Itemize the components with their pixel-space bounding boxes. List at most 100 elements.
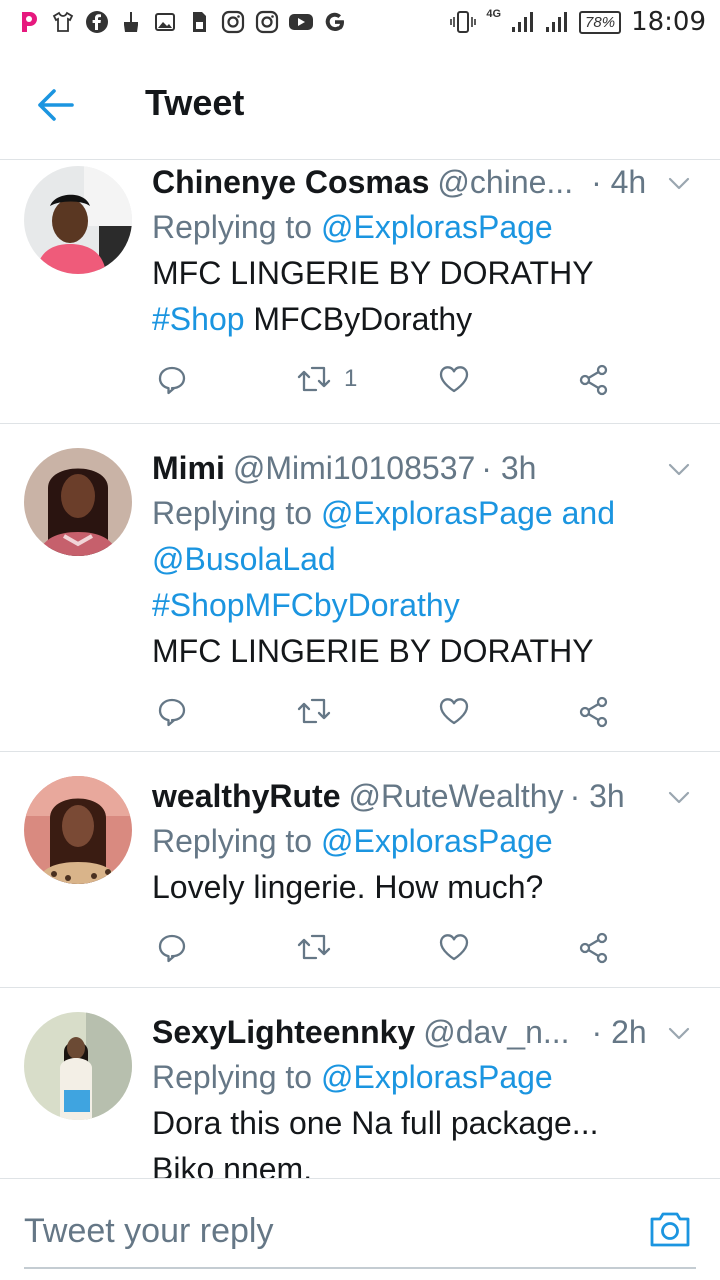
hashtag-link[interactable]: #ShopMFCbyDorathy bbox=[152, 587, 460, 623]
author-name[interactable]: SexyLighteennky bbox=[152, 1010, 415, 1054]
signal-icon bbox=[512, 12, 534, 32]
avatar[interactable] bbox=[24, 776, 132, 884]
tshirt-icon bbox=[50, 8, 76, 36]
reply-composer bbox=[0, 1178, 720, 1280]
retweet-button[interactable] bbox=[296, 932, 332, 962]
author-name[interactable]: wealthyRute bbox=[152, 774, 340, 818]
reply-feed[interactable]: Chinenye Cosmas @chine... · 4h Replying … bbox=[0, 160, 720, 1178]
system-status: 4G 78% 18:09 bbox=[450, 7, 706, 37]
reply-button[interactable] bbox=[156, 364, 188, 396]
tweet-item[interactable]: SexyLighteennky @dav_n... · 2h Replying … bbox=[0, 988, 720, 1178]
author-handle[interactable]: @RuteWealthy bbox=[348, 774, 563, 818]
vibrate-icon bbox=[450, 11, 477, 33]
battery-icon: 78% bbox=[579, 10, 622, 34]
like-button[interactable] bbox=[438, 364, 470, 394]
tweet-time[interactable]: · 3h bbox=[481, 446, 536, 490]
input-underline bbox=[24, 1267, 696, 1269]
author-name[interactable]: Chinenye Cosmas bbox=[152, 160, 429, 204]
retweet-button[interactable] bbox=[296, 696, 332, 726]
reply-icon bbox=[158, 934, 186, 963]
reply-icon bbox=[158, 698, 186, 727]
clock: 18:09 bbox=[631, 7, 706, 37]
tweet-item[interactable]: Chinenye Cosmas @chine... · 4h Replying … bbox=[0, 160, 720, 424]
sim-icon bbox=[186, 8, 212, 36]
author-handle[interactable]: @Mimi10108537 bbox=[233, 446, 475, 490]
author-handle[interactable]: @chine... bbox=[437, 160, 573, 204]
page-title: Tweet bbox=[145, 82, 245, 123]
notification-icons bbox=[16, 8, 348, 36]
p-app-icon bbox=[16, 8, 42, 36]
reply-input[interactable] bbox=[24, 1209, 624, 1253]
tweet-actions bbox=[152, 674, 696, 764]
camera-icon bbox=[650, 1212, 690, 1247]
hashtag-link[interactable]: #Shop bbox=[152, 301, 245, 337]
author-handle[interactable]: @dav_n... bbox=[423, 1010, 569, 1054]
avatar[interactable] bbox=[24, 448, 132, 556]
retweet-count: 1 bbox=[344, 365, 358, 392]
mention-link[interactable]: @ExplorasPage bbox=[321, 1059, 553, 1095]
tweet-actions bbox=[152, 910, 696, 1000]
like-icon bbox=[439, 698, 469, 725]
tweet-text: MFC LINGERIE BY DORATHY bbox=[152, 633, 594, 669]
replying-to: Replying to @ExplorasPage and bbox=[152, 495, 615, 531]
network-type: 4G bbox=[486, 8, 502, 20]
image-icon bbox=[152, 8, 178, 36]
tweet-text: Dora this one Na full package... bbox=[152, 1105, 599, 1141]
chevron-down-icon[interactable] bbox=[664, 454, 694, 484]
reply-icon bbox=[158, 366, 186, 395]
mention-link[interactable]: @ExplorasPage bbox=[321, 823, 553, 859]
tweet-actions: 1 bbox=[152, 342, 696, 432]
retweet-icon bbox=[297, 698, 331, 724]
avatar[interactable] bbox=[24, 166, 132, 274]
google-icon bbox=[322, 8, 348, 36]
replying-to: Replying to @ExplorasPage bbox=[152, 1059, 553, 1095]
mention-link[interactable]: @ExplorasPage bbox=[321, 495, 553, 531]
share-button[interactable] bbox=[578, 364, 610, 396]
replying-to: @BusolaLad bbox=[152, 536, 696, 582]
instagram-icon bbox=[254, 8, 280, 36]
reply-button[interactable] bbox=[156, 696, 188, 728]
chevron-down-icon[interactable] bbox=[664, 1018, 694, 1048]
replying-to: Replying to @ExplorasPage bbox=[152, 209, 553, 245]
tweet-text: Lovely lingerie. How much? bbox=[152, 869, 544, 905]
mention-link[interactable]: @ExplorasPage bbox=[321, 209, 553, 245]
share-button[interactable] bbox=[578, 932, 610, 964]
share-icon bbox=[579, 364, 608, 396]
author-name[interactable]: Mimi bbox=[152, 446, 225, 490]
share-icon bbox=[579, 932, 608, 964]
chevron-down-icon[interactable] bbox=[664, 782, 694, 812]
tweet-text: MFC LINGERIE BY DORATHY bbox=[152, 255, 594, 291]
back-button[interactable] bbox=[30, 80, 80, 130]
replying-to: Replying to @ExplorasPage bbox=[152, 823, 553, 859]
chevron-down-icon[interactable] bbox=[664, 168, 694, 198]
retweet-button[interactable]: 1 bbox=[296, 364, 357, 394]
like-icon bbox=[439, 934, 469, 961]
like-icon bbox=[439, 366, 469, 393]
retweet-icon bbox=[297, 934, 331, 960]
status-bar: 4G 78% 18:09 bbox=[0, 0, 720, 48]
signal-icon bbox=[546, 12, 568, 32]
tweet-text: Biko nnem. bbox=[152, 1151, 313, 1178]
tweet-time[interactable]: · 2h bbox=[592, 1010, 647, 1054]
youtube-icon bbox=[288, 8, 314, 36]
instagram-icon bbox=[220, 8, 246, 36]
facebook-icon bbox=[84, 8, 110, 36]
tweet-text: #ShopMFCbyDorathy bbox=[152, 582, 696, 628]
tweet-text: #Shop MFCByDorathy bbox=[152, 301, 473, 337]
mention-link[interactable]: @BusolaLad bbox=[152, 541, 336, 577]
tweet-time[interactable]: · 4h bbox=[591, 160, 646, 204]
like-button[interactable] bbox=[438, 932, 470, 962]
like-button[interactable] bbox=[438, 696, 470, 726]
tweet-item[interactable]: wealthyRute @RuteWealthy · 3h Replying t… bbox=[0, 752, 720, 988]
arrow-left-icon bbox=[38, 89, 74, 121]
avatar[interactable] bbox=[24, 1012, 132, 1120]
camera-button[interactable] bbox=[648, 1209, 696, 1253]
tweet-time[interactable]: · 3h bbox=[570, 774, 625, 818]
share-icon bbox=[579, 696, 608, 728]
app-header: Tweet bbox=[0, 48, 720, 160]
reply-button[interactable] bbox=[156, 932, 188, 964]
tweet-item[interactable]: Mimi @Mimi10108537 · 3h Replying to @Exp… bbox=[0, 424, 720, 752]
broom-icon bbox=[118, 8, 144, 36]
share-button[interactable] bbox=[578, 696, 610, 728]
retweet-icon bbox=[297, 366, 331, 392]
